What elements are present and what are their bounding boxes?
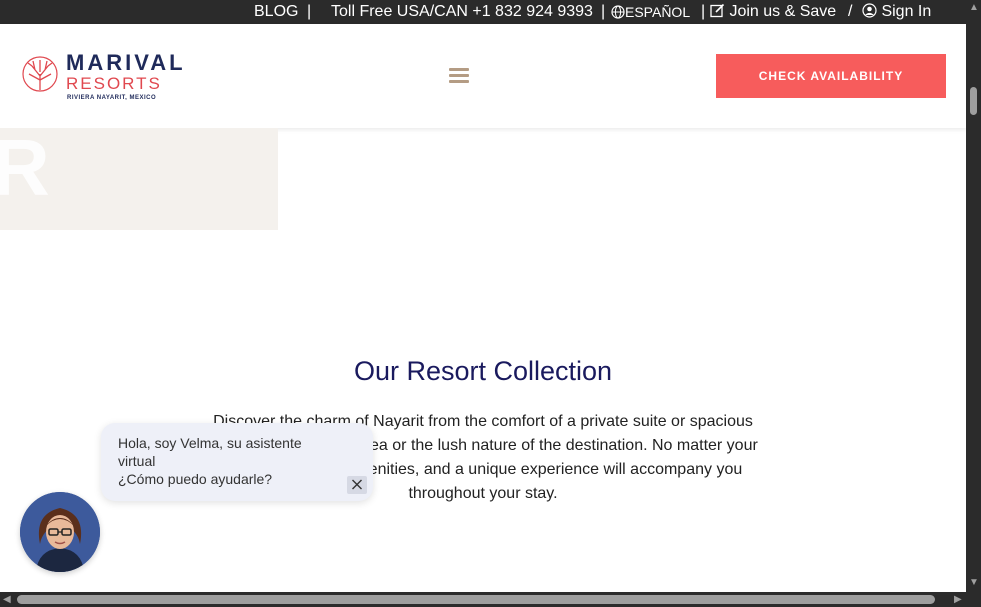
logo-subtitle: RESORTS <box>66 74 162 93</box>
marival-logo[interactable]: MARIVAL RESORTS RIVIERA NAYARIT, MEXICO <box>20 50 200 110</box>
utility-bar: BLOG | Toll Free USA/CAN +1 832 924 9393… <box>0 0 966 24</box>
language-label: ESPAÑOL <box>625 4 691 20</box>
chat-message: Hola, soy Velma, su asistente virtual ¿C… <box>118 434 338 488</box>
chat-popup[interactable]: Hola, soy Velma, su asistente virtual ¿C… <box>101 423 373 501</box>
scroll-left-icon[interactable]: ◀ <box>3 595 11 605</box>
close-icon <box>352 479 362 490</box>
hero-image-remnant: R <box>0 128 278 230</box>
vertical-scroll-thumb[interactable] <box>970 87 977 115</box>
section-title: Our Resort Collection <box>353 356 613 386</box>
chat-question: ¿Cómo puedo ayudarle? <box>118 471 273 487</box>
assistant-avatar-icon <box>20 492 100 572</box>
logo-wordmark: MARIVAL <box>66 50 186 75</box>
coral-logo-icon <box>22 56 58 92</box>
site-header: MARIVAL RESORTS RIVIERA NAYARIT, MEXICO … <box>0 24 966 128</box>
language-link[interactable]: ESPAÑOL <box>611 2 690 23</box>
globe-icon <box>611 5 625 19</box>
sign-in-label: Sign In <box>881 3 932 20</box>
separator: | <box>601 3 606 20</box>
close-chat-button[interactable] <box>347 476 367 494</box>
horizontal-scroll-thumb[interactable] <box>17 595 935 604</box>
chat-assistant-avatar[interactable] <box>20 492 100 572</box>
join-label: Join us & Save <box>729 3 837 20</box>
user-icon <box>862 3 877 18</box>
separator: | <box>701 3 706 20</box>
check-availability-button[interactable]: CHECK AVAILABILITY <box>716 54 946 98</box>
edit-icon <box>710 3 725 18</box>
scroll-up-icon[interactable]: ▲ <box>969 3 979 13</box>
scroll-right-icon[interactable]: ▶ <box>954 595 962 605</box>
slash-divider: / <box>848 3 853 20</box>
sign-in-link[interactable]: Sign In <box>862 2 931 22</box>
toll-free-phone[interactable]: Toll Free USA/CAN +1 832 924 9393 <box>331 2 593 22</box>
menu-icon[interactable] <box>449 68 469 84</box>
chat-greeting: Hola, soy Velma, su asistente virtual <box>118 435 302 469</box>
scroll-down-icon[interactable]: ▼ <box>969 578 979 588</box>
separator: | <box>307 3 312 20</box>
logo-tagline: RIVIERA NAYARIT, MEXICO <box>67 95 157 101</box>
blog-link[interactable]: BLOG <box>254 2 298 22</box>
decorative-glyph: R <box>0 128 50 212</box>
join-link[interactable]: Join us & Save <box>710 2 836 22</box>
